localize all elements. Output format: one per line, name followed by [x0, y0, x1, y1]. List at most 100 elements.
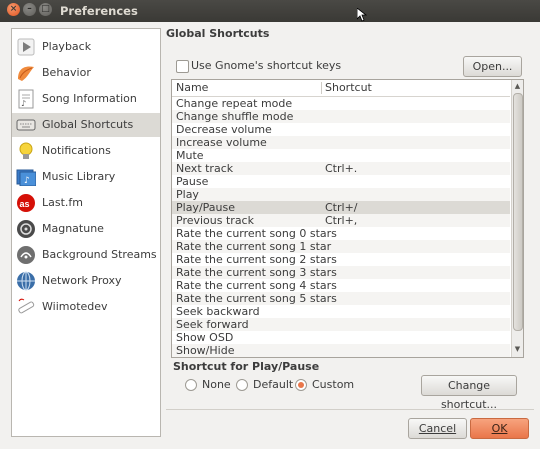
- shortcut-name-cell: Change repeat mode: [176, 97, 293, 110]
- use-gnome-shortcuts-label: Use Gnome's shortcut keys: [191, 59, 342, 72]
- sidebar-item-label: Music Library: [42, 170, 116, 183]
- lightbulb-icon: [16, 141, 36, 161]
- scroll-up-icon[interactable]: ▲: [513, 82, 522, 91]
- sidebar-item-network-proxy[interactable]: Network Proxy: [12, 269, 160, 293]
- radio-default-circle[interactable]: [236, 379, 248, 391]
- table-row[interactable]: Play/Pause Ctrl+/: [172, 201, 510, 214]
- shortcut-name-cell: Play/Pause: [176, 201, 235, 214]
- sidebar-item-global-shortcuts[interactable]: Global Shortcuts: [12, 113, 160, 137]
- sidebar-item-music-library[interactable]: ♪ Music Library: [12, 165, 160, 189]
- shortcuts-table: Name Shortcut Change repeat mode Change s…: [171, 79, 524, 358]
- sidebar-item-label: Magnatune: [42, 222, 104, 235]
- sidebar-item-label: Song Information: [42, 92, 137, 105]
- sidebar-item-label: Playback: [42, 40, 92, 53]
- sidebar-item-playback[interactable]: Playback: [12, 35, 160, 59]
- column-header-name[interactable]: Name: [176, 80, 208, 96]
- table-row[interactable]: Seek backward: [172, 305, 510, 318]
- shortcut-name-cell: Next track: [176, 162, 234, 175]
- ok-button[interactable]: OK: [470, 418, 529, 439]
- sidebar-item-label: Behavior: [42, 66, 91, 79]
- ok-button-label: OK: [491, 422, 508, 435]
- playback-icon: [16, 37, 36, 57]
- sidebar-item-label: Wiimotedev: [42, 300, 108, 313]
- sidebar-item-lastfm[interactable]: as Last.fm: [12, 191, 160, 215]
- song-information-icon: ♪: [16, 89, 36, 109]
- radio-custom-circle[interactable]: [295, 379, 307, 391]
- shortcut-name-cell: Change shuffle mode: [176, 110, 294, 123]
- shortcut-name-cell: Seek backward: [176, 305, 260, 318]
- sidebar-item-label: Background Streams: [42, 248, 157, 261]
- network-proxy-icon: [16, 271, 36, 291]
- table-row[interactable]: Pause: [172, 175, 510, 188]
- svg-text:♪: ♪: [24, 176, 30, 186]
- table-row[interactable]: Change shuffle mode: [172, 110, 510, 123]
- shortcut-key-cell: Ctrl+,: [325, 214, 358, 227]
- shortcut-name-cell: Rate the current song 2 stars: [176, 253, 337, 266]
- divider: [166, 409, 534, 410]
- table-row[interactable]: Show/Hide: [172, 344, 510, 357]
- shortcut-name-cell: Mute: [176, 149, 204, 162]
- sidebar-item-song-information[interactable]: ♪ Song Information: [12, 87, 160, 111]
- scroll-down-icon[interactable]: ▼: [513, 345, 522, 354]
- behavior-icon: [16, 63, 36, 83]
- sidebar-item-behavior[interactable]: Behavior: [12, 61, 160, 85]
- preferences-sidebar: Playback Behavior ♪ Song Information Glo…: [11, 28, 161, 437]
- table-row[interactable]: Decrease volume: [172, 123, 510, 136]
- table-row[interactable]: Rate the current song 3 stars: [172, 266, 510, 279]
- checkbox-box[interactable]: [176, 60, 189, 73]
- change-shortcut-button[interactable]: Change shortcut...: [421, 375, 517, 411]
- maximize-icon[interactable]: □: [39, 3, 52, 16]
- svg-text:♪: ♪: [21, 99, 26, 108]
- sidebar-item-notifications[interactable]: Notifications: [12, 139, 160, 163]
- shortcut-for-title: Shortcut for Play/Pause: [173, 360, 320, 373]
- preferences-dialog: Playback Behavior ♪ Song Information Glo…: [0, 22, 540, 449]
- sidebar-item-label: Notifications: [42, 144, 111, 157]
- cancel-button-label: Cancel: [418, 422, 457, 435]
- table-row[interactable]: Rate the current song 1 star: [172, 240, 510, 253]
- table-row[interactable]: Increase volume: [172, 136, 510, 149]
- music-library-icon: ♪: [16, 167, 36, 187]
- radio-none-circle[interactable]: [185, 379, 197, 391]
- background-streams-icon: [16, 245, 36, 265]
- minimize-icon[interactable]: –: [23, 3, 36, 16]
- scrollbar-thumb[interactable]: [513, 93, 523, 331]
- shortcut-name-cell: Rate the current song 3 stars: [176, 266, 337, 279]
- shortcut-name-cell: Show OSD: [176, 331, 234, 344]
- table-row[interactable]: Previous track Ctrl+,: [172, 214, 510, 227]
- section-title: Global Shortcuts: [166, 27, 270, 40]
- shortcut-name-cell: Rate the current song 4 stars: [176, 279, 337, 292]
- close-icon[interactable]: ×: [7, 3, 20, 16]
- table-row[interactable]: Rate the current song 0 stars: [172, 227, 510, 240]
- mouse-cursor-icon: [357, 8, 367, 22]
- table-row[interactable]: Seek forward: [172, 318, 510, 331]
- shortcut-name-cell: Previous track: [176, 214, 254, 227]
- radio-none-label: None: [202, 378, 231, 391]
- shortcut-key-cell: Ctrl+/: [325, 201, 358, 214]
- sidebar-item-label: Global Shortcuts: [42, 118, 134, 131]
- sidebar-item-label: Network Proxy: [42, 274, 122, 287]
- keyboard-icon: [16, 115, 36, 135]
- sidebar-item-wiimotedev[interactable]: Wiimotedev: [12, 295, 160, 319]
- column-separator: [321, 82, 322, 94]
- table-header: Name Shortcut: [172, 80, 510, 97]
- table-row[interactable]: Rate the current song 4 stars: [172, 279, 510, 292]
- shortcut-name-cell: Rate the current song 5 stars: [176, 292, 337, 305]
- table-row[interactable]: Show OSD: [172, 331, 510, 344]
- sidebar-item-magnatune[interactable]: Magnatune: [12, 217, 160, 241]
- cancel-button[interactable]: Cancel: [408, 418, 467, 439]
- table-row[interactable]: Play: [172, 188, 510, 201]
- shortcut-name-cell: Increase volume: [176, 136, 267, 149]
- column-header-shortcut[interactable]: Shortcut: [325, 80, 372, 96]
- window-title: Preferences: [60, 4, 138, 18]
- table-row[interactable]: Rate the current song 2 stars: [172, 253, 510, 266]
- shortcut-name-cell: Play: [176, 188, 199, 201]
- table-row[interactable]: Rate the current song 5 stars: [172, 292, 510, 305]
- table-row[interactable]: Next track Ctrl+.: [172, 162, 510, 175]
- open-button[interactable]: Open...: [463, 56, 522, 77]
- table-row[interactable]: Change repeat mode: [172, 97, 510, 110]
- radio-default-label: Default: [253, 378, 294, 391]
- lastfm-icon: as: [16, 193, 36, 213]
- table-scrollbar[interactable]: ▲ ▼: [511, 80, 523, 357]
- sidebar-item-background-streams[interactable]: Background Streams: [12, 243, 160, 267]
- table-row[interactable]: Mute: [172, 149, 510, 162]
